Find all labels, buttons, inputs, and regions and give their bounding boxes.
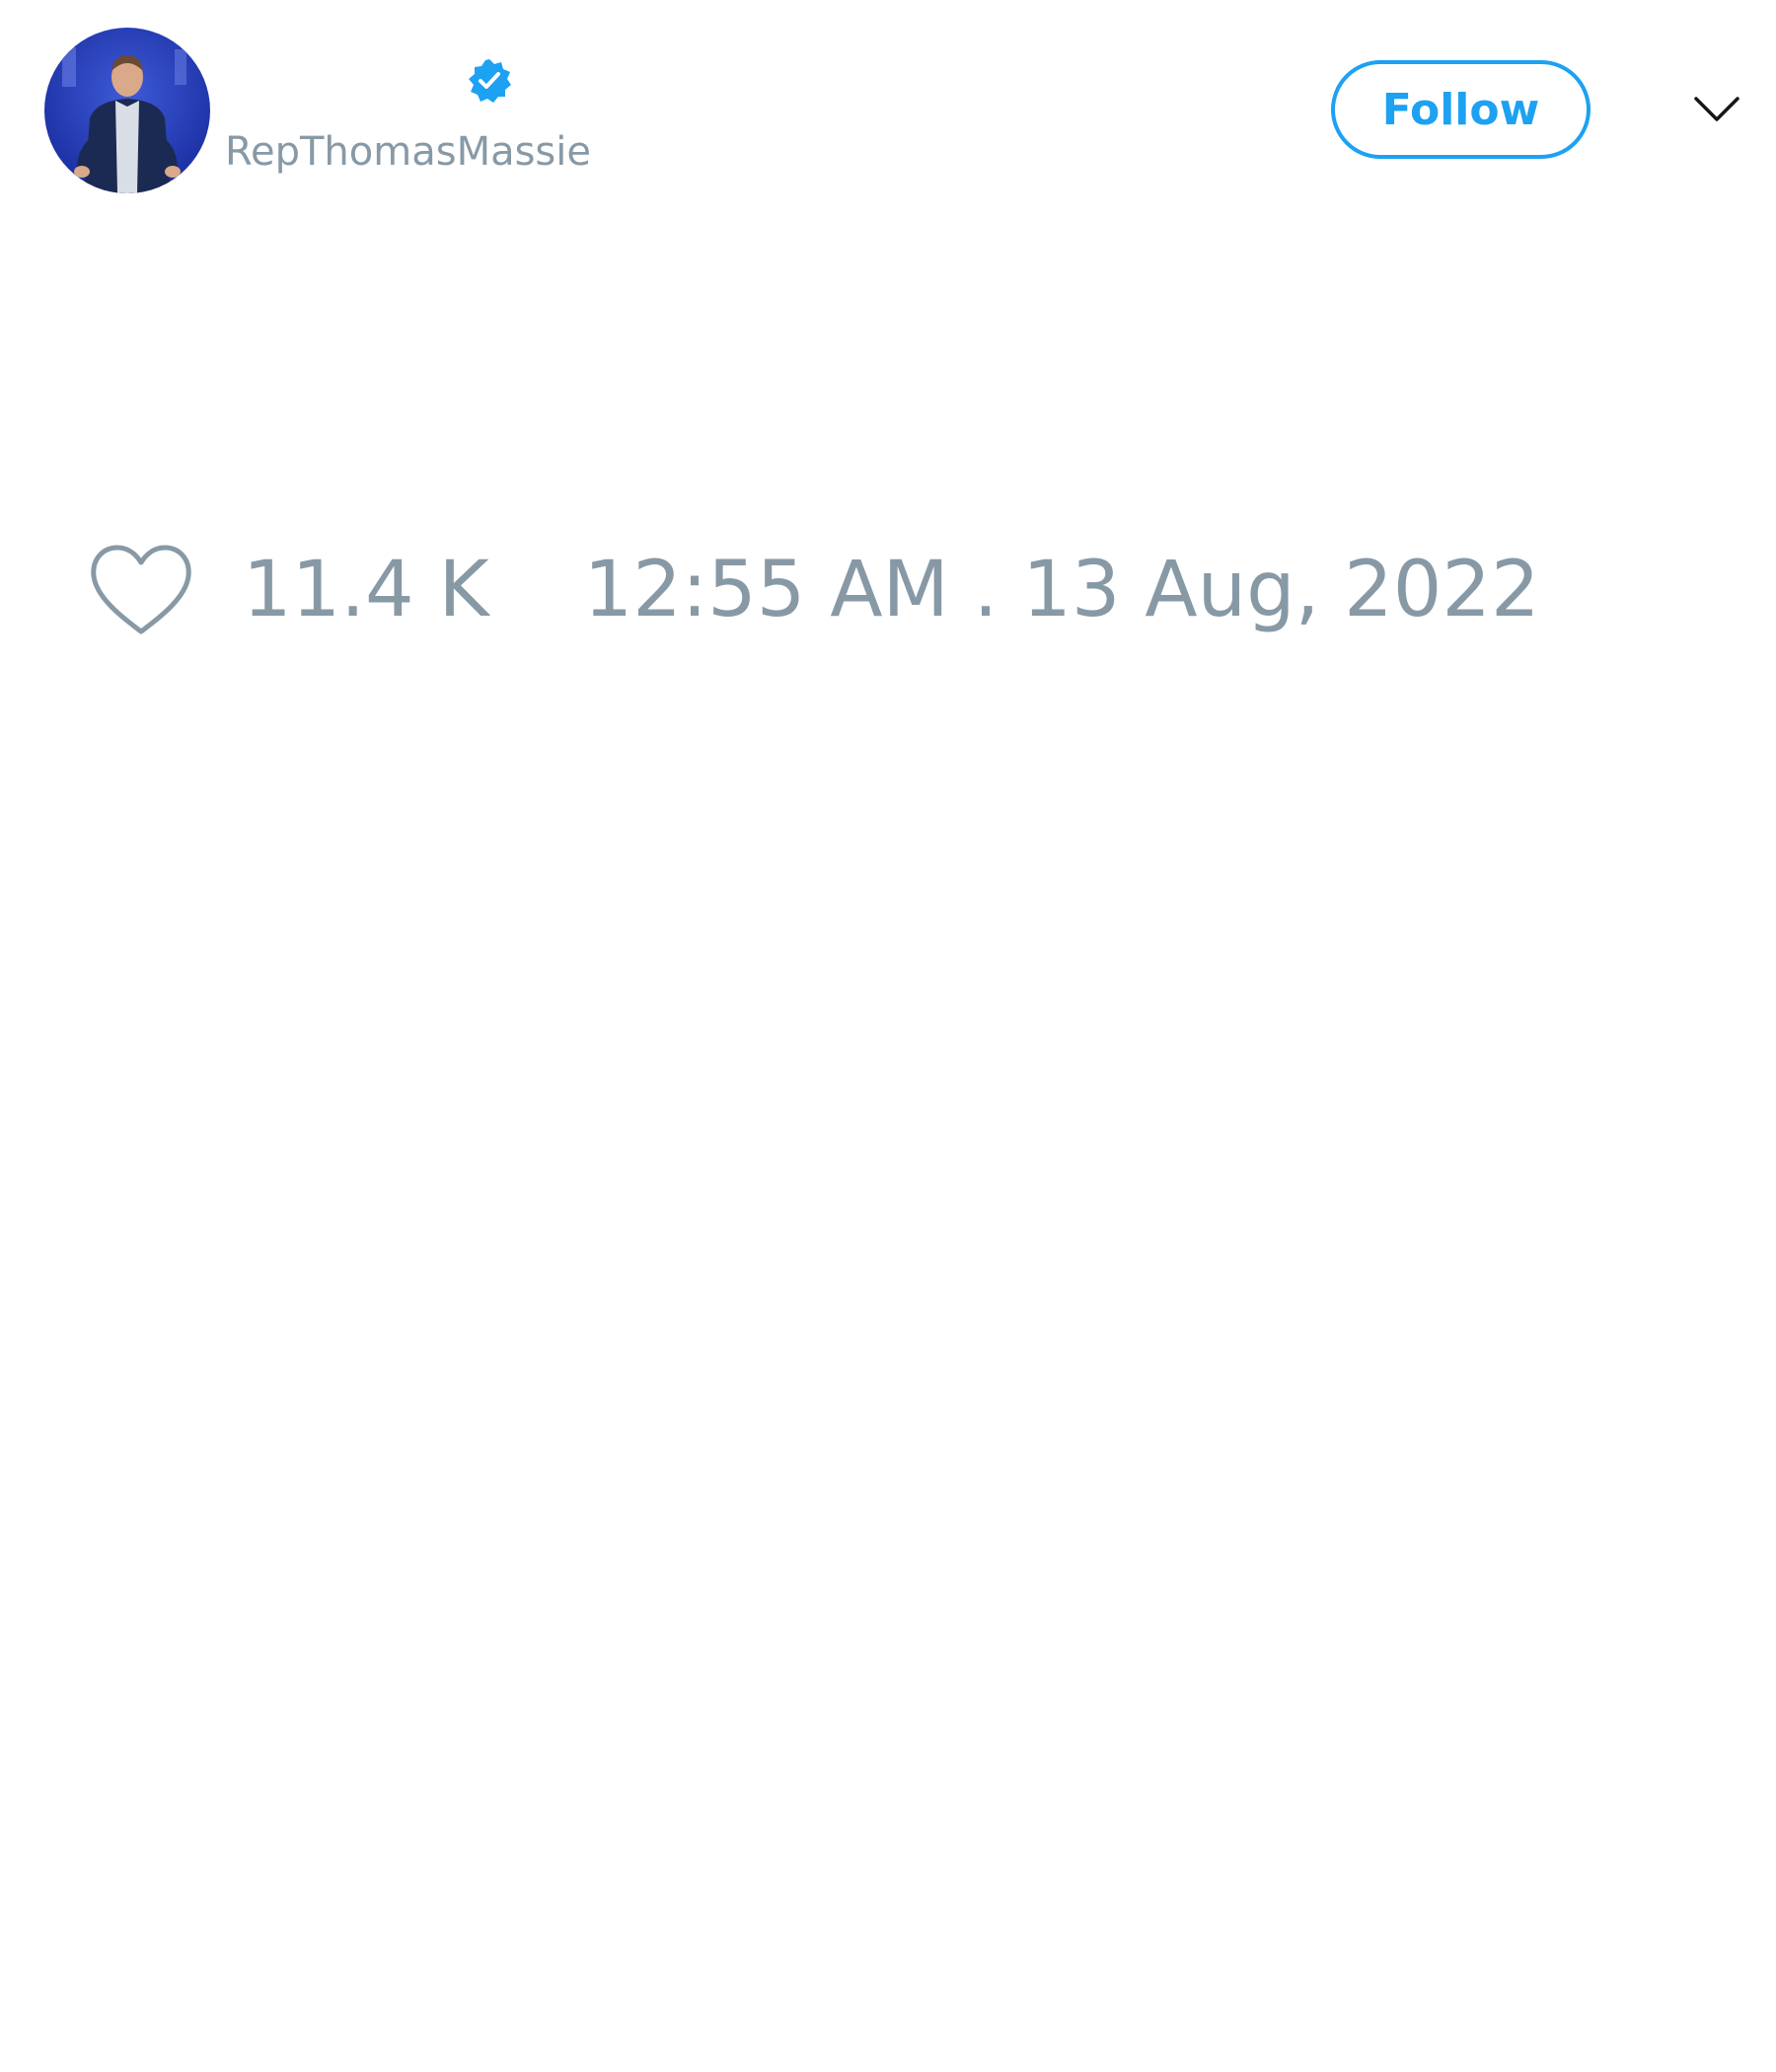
follow-button[interactable]: Follow xyxy=(1331,60,1591,159)
avatar-photo xyxy=(44,28,210,193)
verified-badge-icon xyxy=(466,57,513,105)
chevron-down-icon[interactable] xyxy=(1693,89,1740,128)
tweet-metrics: 11.4 K 12:55 AM . 13 Aug, 2022 xyxy=(89,541,1540,639)
user-handle[interactable]: RepThomasMassie xyxy=(225,126,591,178)
like-count: 11.4 K xyxy=(243,546,489,634)
heart-outline-icon[interactable] xyxy=(89,543,193,637)
avatar[interactable] xyxy=(44,28,210,193)
tweet-timestamp[interactable]: 12:55 AM . 13 Aug, 2022 xyxy=(584,541,1540,639)
tweet-text xyxy=(44,227,1732,503)
tweet-card: RepThomasMassie Follow 11.4 K 12:55 AM .… xyxy=(0,0,1776,2072)
